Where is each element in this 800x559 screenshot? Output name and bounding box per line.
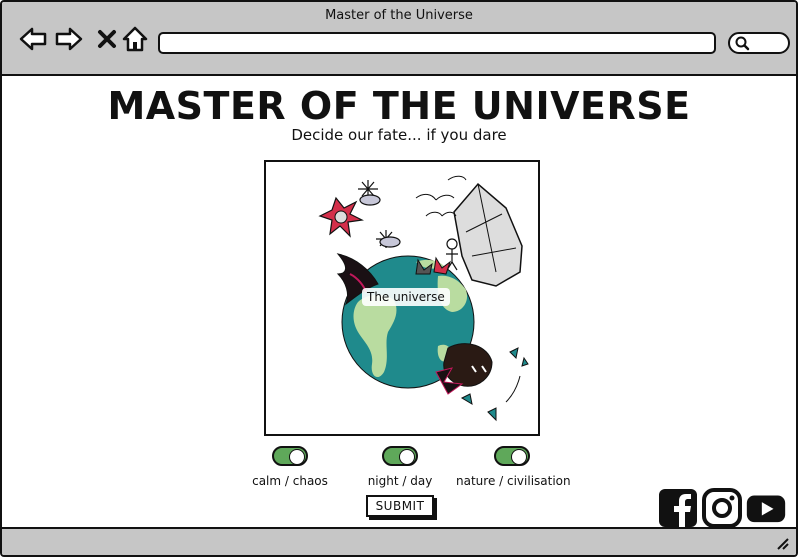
submit-button[interactable]: SUBMIT	[366, 495, 434, 517]
window-title: Master of the Universe	[325, 8, 473, 23]
address-bar[interactable]	[158, 32, 716, 54]
toggle-knob	[289, 449, 305, 465]
browser-window: Master of the Universe MASTER OF THE UNI…	[0, 0, 798, 557]
toggle-knob	[511, 449, 527, 465]
toggle-label: calm / chaos	[252, 474, 328, 488]
instagram-icon[interactable]	[702, 488, 742, 528]
toggle-switch[interactable]	[494, 446, 530, 466]
status-bar	[2, 527, 796, 555]
youtube-icon[interactable]	[746, 488, 786, 528]
back-arrow-icon[interactable]	[18, 24, 48, 54]
forward-arrow-icon[interactable]	[54, 24, 84, 54]
facebook-icon[interactable]	[658, 488, 698, 528]
home-icon[interactable]	[120, 24, 150, 54]
image-label: The universe	[362, 288, 450, 306]
search-icon	[735, 36, 750, 51]
toggle-knob	[399, 449, 415, 465]
page-title: MASTER OF THE UNIVERSE	[107, 84, 691, 128]
toggle-label: night / day	[367, 474, 433, 488]
title-bar: Master of the Universe	[2, 2, 796, 76]
toggle-switch[interactable]	[272, 446, 308, 466]
toggle-switch[interactable]	[382, 446, 418, 466]
toggle-label: nature / civilisation	[456, 474, 571, 488]
search-bar[interactable]	[728, 32, 790, 54]
universe-image: The universe	[264, 160, 540, 436]
resize-handle-icon[interactable]	[774, 535, 790, 551]
close-icon[interactable]	[92, 24, 122, 54]
page-subtitle: Decide our fate... if you dare	[291, 126, 507, 144]
